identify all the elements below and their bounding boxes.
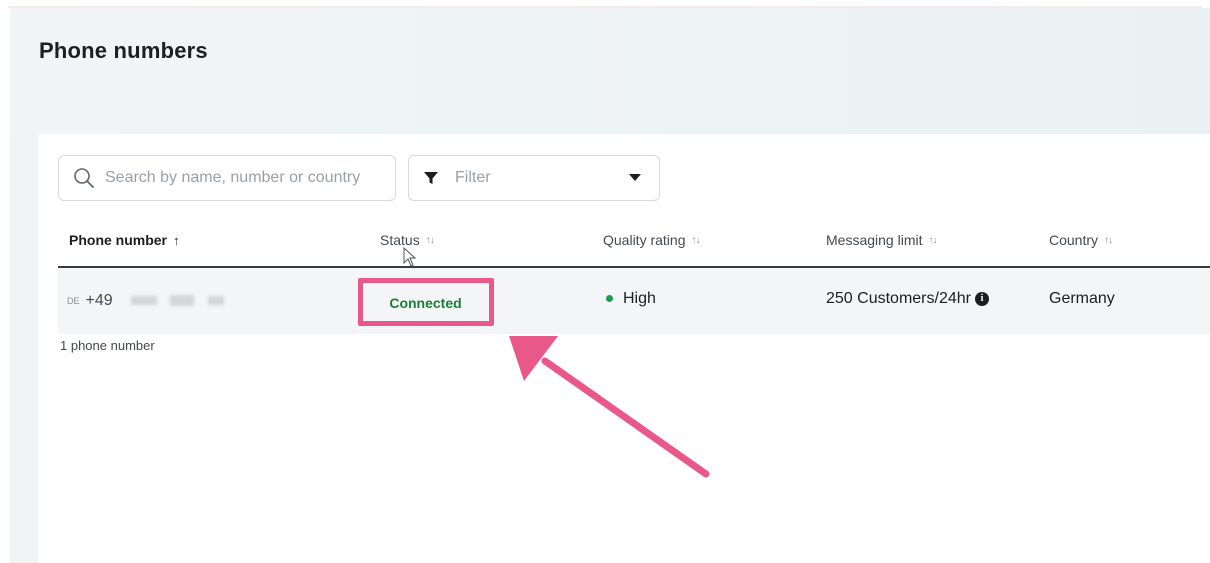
header-band bbox=[10, 8, 1210, 134]
column-header-messaging-limit[interactable]: Messaging limit ↑↓ bbox=[826, 232, 937, 248]
column-header-label: Messaging limit bbox=[826, 232, 923, 248]
sort-ascending-icon: ↑ bbox=[173, 232, 180, 248]
filter-label: Filter bbox=[455, 169, 491, 186]
annotation-highlight-box bbox=[358, 278, 494, 326]
quality-rating-value: High bbox=[623, 290, 656, 307]
column-header-quality-rating[interactable]: Quality rating ↑↓ bbox=[603, 232, 700, 248]
filter-icon bbox=[424, 172, 438, 184]
column-header-status[interactable]: Status ↑↓ bbox=[380, 232, 435, 248]
redacted-digits bbox=[208, 296, 225, 306]
sort-icon: ↑↓ bbox=[425, 234, 435, 246]
sort-icon: ↑↓ bbox=[928, 234, 937, 246]
country-cell: Germany bbox=[1049, 290, 1115, 308]
info-icon[interactable]: i bbox=[974, 291, 989, 306]
sort-icon: ↑↓ bbox=[691, 234, 700, 246]
country-code-label: DE bbox=[67, 295, 80, 306]
sort-icon: ↑↓ bbox=[1104, 234, 1113, 246]
column-header-country[interactable]: Country ↑↓ bbox=[1049, 232, 1113, 248]
filter-dropdown[interactable]: Filter bbox=[408, 155, 660, 201]
redacted-digits bbox=[169, 295, 194, 307]
page: Phone numbers Filter Phone number ↑ Stat… bbox=[0, 0, 1210, 563]
left-strip bbox=[0, 8, 10, 563]
phone-prefix: +49 bbox=[85, 292, 113, 309]
top-edge bbox=[0, 0, 1210, 8]
content-side-band bbox=[10, 134, 38, 563]
messaging-limit-cell: 250 Customers/24hr i bbox=[826, 290, 989, 308]
redacted-digits bbox=[131, 296, 158, 306]
country-value: Germany bbox=[1049, 290, 1115, 307]
search-field[interactable] bbox=[58, 155, 396, 201]
row-count-label: 1 phone number bbox=[60, 338, 155, 353]
column-header-label: Country bbox=[1049, 232, 1099, 248]
column-header-label: Status bbox=[380, 232, 420, 248]
column-header-phone-number[interactable]: Phone number ↑ bbox=[69, 232, 180, 248]
quality-rating-cell: High bbox=[606, 290, 656, 308]
page-title: Phone numbers bbox=[39, 38, 208, 63]
column-header-label: Quality rating bbox=[603, 232, 686, 248]
chevron-down-icon bbox=[629, 174, 641, 181]
quality-status-dot bbox=[606, 295, 613, 303]
search-icon bbox=[74, 168, 94, 188]
messaging-limit-value: 250 Customers/24hr bbox=[826, 290, 971, 307]
mouse-cursor-icon bbox=[403, 247, 417, 267]
search-input[interactable] bbox=[105, 169, 385, 187]
phone-number-cell: DE +49 bbox=[67, 292, 225, 310]
column-header-label: Phone number bbox=[69, 232, 168, 248]
